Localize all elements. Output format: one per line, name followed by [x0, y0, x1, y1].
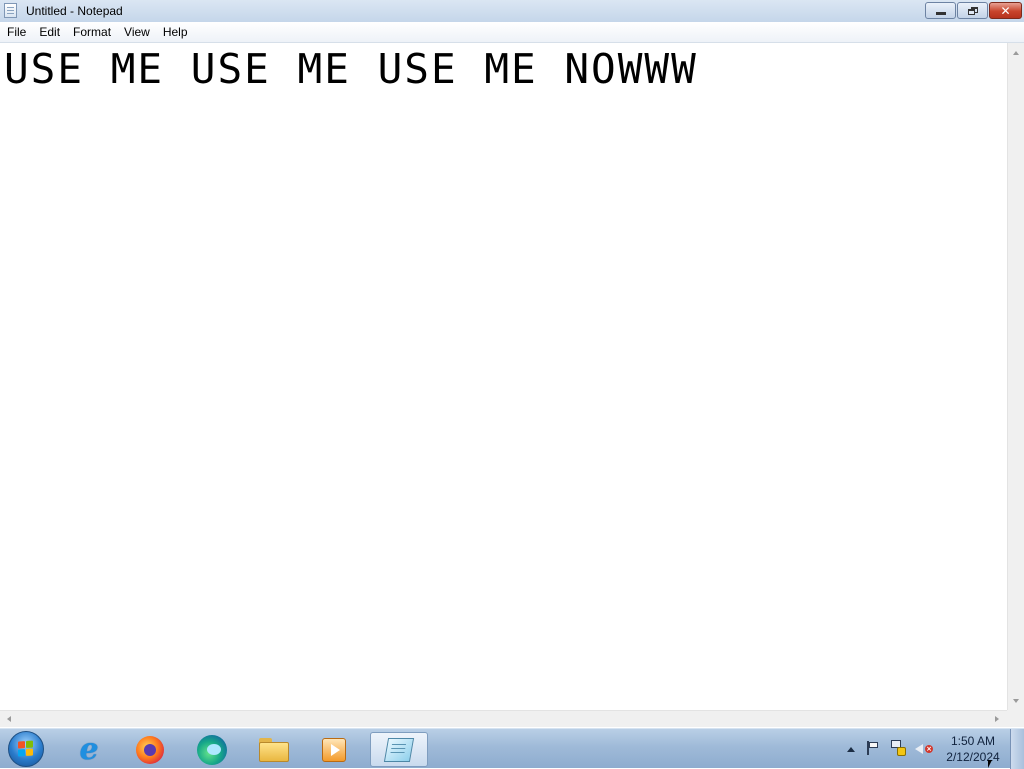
mute-icon: × — [925, 745, 933, 753]
show-hidden-icons-arrow-icon[interactable] — [847, 747, 855, 752]
title-bar[interactable]: Untitled - Notepad ✕ — [0, 0, 1024, 23]
menu-format[interactable]: Format — [67, 23, 117, 41]
network-icon[interactable] — [891, 740, 906, 756]
scroll-down-arrow-icon[interactable] — [1013, 699, 1019, 703]
scroll-up-arrow-icon[interactable] — [1013, 51, 1019, 55]
horizontal-scrollbar[interactable] — [0, 710, 1007, 727]
minimize-icon — [935, 12, 946, 15]
size-grip[interactable] — [1007, 710, 1024, 727]
system-tray: × 1:50 AM 2/12/2024 — [0, 729, 1024, 769]
vertical-scrollbar[interactable] — [1007, 43, 1024, 710]
clock-time: 1:50 AM — [950, 734, 996, 748]
restore-icon — [967, 6, 978, 15]
minimize-button[interactable] — [925, 2, 956, 19]
mouse-cursor-icon — [988, 760, 992, 768]
text-editor-area[interactable]: USE ME USE ME USE ME NOWWW — [0, 43, 1007, 710]
action-center-flag-icon[interactable] — [866, 741, 880, 755]
menu-file[interactable]: File — [1, 23, 32, 41]
restore-button[interactable] — [957, 2, 988, 19]
editor-content[interactable]: USE ME USE ME USE ME NOWWW — [4, 45, 698, 93]
close-button[interactable]: ✕ — [989, 2, 1022, 19]
notepad-window: Untitled - Notepad ✕ File Edit Format Vi… — [0, 0, 1024, 728]
close-icon: ✕ — [1000, 3, 1011, 18]
window-title: Untitled - Notepad — [26, 4, 123, 18]
taskbar: e × 1:50 AM 2/12/2024 — [0, 728, 1024, 769]
menu-edit[interactable]: Edit — [33, 23, 66, 41]
notepad-icon[interactable] — [4, 3, 17, 18]
menu-help[interactable]: Help — [157, 23, 194, 41]
volume-muted-icon[interactable]: × — [915, 741, 933, 757]
menu-view[interactable]: View — [118, 23, 156, 41]
clock-date: 2/12/2024 — [946, 750, 1000, 764]
scroll-right-arrow-icon[interactable] — [995, 716, 999, 722]
show-desktop-button[interactable] — [1010, 729, 1024, 769]
scroll-left-arrow-icon[interactable] — [7, 716, 11, 722]
menu-bar: File Edit Format View Help — [0, 22, 1024, 43]
clock[interactable]: 1:50 AM 2/12/2024 — [940, 733, 1006, 765]
